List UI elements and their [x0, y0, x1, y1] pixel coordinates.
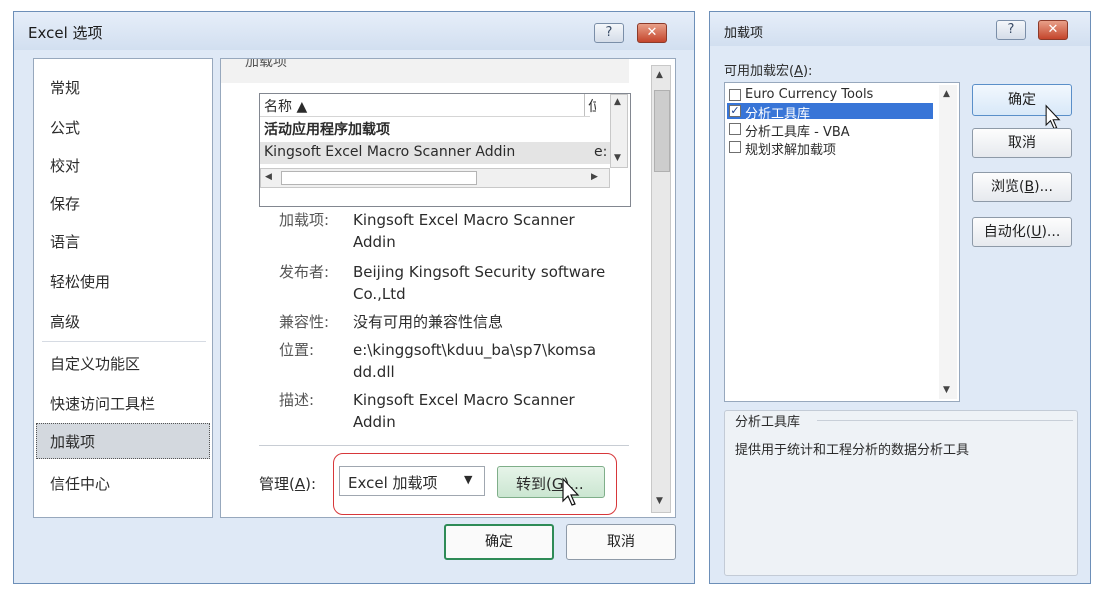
- group-label-active-addins: 活动应用程序加载项: [264, 122, 390, 138]
- options-nav-panel: 常规 公式 校对 保存 语言 轻松使用 高级 自定义功能区 快速访问工具栏 加载…: [33, 58, 213, 518]
- table-header: 名称 ▲ 位: [260, 94, 596, 117]
- options-ok-label: 确定: [485, 534, 513, 550]
- addins-table: 名称 ▲ 位 活动应用程序加载项 Kingsoft Excel Macro Sc…: [259, 93, 631, 207]
- nav-item-quick-access-toolbar[interactable]: 快速访问工具栏: [50, 393, 155, 414]
- column-header-location[interactable]: 位: [588, 96, 596, 116]
- item-label-analysis-toolpak: 分析工具库: [745, 107, 811, 122]
- detail-value-description: Kingsoft Excel Macro Scanner Addin: [353, 391, 575, 431]
- nav-item-proofing[interactable]: 校对: [50, 155, 80, 176]
- nav-item-trust-center[interactable]: 信任中心: [50, 473, 110, 494]
- options-title: Excel 选项: [28, 24, 103, 42]
- checkbox-solver[interactable]: [729, 141, 741, 153]
- chevron-down-icon: ▼: [464, 473, 473, 486]
- nav-divider: [42, 341, 206, 342]
- options-titlebar: Excel 选项 ? ✕: [14, 12, 694, 50]
- row-addin-name: Kingsoft Excel Macro Scanner Addin: [264, 144, 516, 160]
- nav-item-general[interactable]: 常规: [50, 77, 80, 98]
- table-hscrollbar[interactable]: ◀ ▶: [260, 168, 610, 188]
- addins-cancel-label: 取消: [1008, 135, 1036, 151]
- addins-ok-label: 确定: [1008, 92, 1036, 108]
- list-item[interactable]: Euro Currency Tools: [727, 87, 933, 103]
- list-scroll-up-icon[interactable]: ▲: [943, 89, 950, 99]
- detail-label-addin: 加载项:: [279, 211, 330, 229]
- section-header: 加载项: [245, 59, 287, 70]
- options-cancel-label: 取消: [607, 534, 635, 550]
- description-group: 分析工具库 提供用于统计和工程分析的数据分析工具: [724, 410, 1078, 576]
- detail-value-compatibility: 没有可用的兼容性信息: [353, 313, 504, 331]
- nav-item-addins[interactable]: 加载项: [50, 431, 95, 452]
- detail-label-description: 描述:: [279, 391, 315, 409]
- manage-select[interactable]: Excel 加载项 ▼: [339, 466, 485, 496]
- list-item[interactable]: 分析工具库 - VBA: [727, 121, 933, 140]
- automation-button[interactable]: 自动化(U)...: [972, 217, 1072, 247]
- detail-label-compatibility: 兼容性:: [279, 313, 330, 331]
- addins-cancel-button[interactable]: 取消: [972, 128, 1072, 158]
- group-title-divider: [817, 420, 1073, 421]
- checkbox-analysis-toolpak-vba[interactable]: [729, 123, 741, 135]
- detail-value-location: e:\kinggsoft\kduu_ba\sp7\komsadd.dll: [353, 341, 597, 381]
- list-vscrollbar[interactable]: ▲ ▼: [939, 85, 957, 399]
- column-header-name[interactable]: 名称 ▲: [264, 96, 307, 116]
- content-divider: [259, 445, 629, 446]
- options-ok-button[interactable]: 确定: [444, 524, 554, 560]
- section-header-bar: 加载项: [221, 59, 629, 83]
- column-divider: [584, 94, 585, 116]
- help-icon[interactable]: ?: [594, 23, 624, 43]
- addins-help-icon[interactable]: ?: [996, 20, 1026, 40]
- item-label-solver: 规划求解加载项: [745, 143, 837, 158]
- content-scroll-up-icon[interactable]: ▲: [656, 70, 663, 80]
- scroll-left-icon[interactable]: ◀: [265, 172, 272, 182]
- list-scroll-down-icon[interactable]: ▼: [943, 385, 950, 395]
- nav-item-formulas[interactable]: 公式: [50, 117, 80, 138]
- addins-titlebar: 加载项 ? ✕: [710, 12, 1090, 46]
- scroll-right-icon[interactable]: ▶: [591, 172, 598, 182]
- addins-dialog: 加载项 ? ✕ 可用加载宏(A): Euro Currency Tools ✓ …: [709, 11, 1091, 584]
- options-cancel-button[interactable]: 取消: [566, 524, 676, 560]
- content-scroll-thumb[interactable]: [654, 90, 670, 172]
- browse-button[interactable]: 浏览(B)...: [972, 172, 1072, 202]
- table-vscrollbar[interactable]: ▲ ▼: [610, 94, 628, 168]
- mouse-cursor-icon: [562, 477, 580, 506]
- addin-description: 提供用于统计和工程分析的数据分析工具: [735, 443, 970, 458]
- scroll-up-icon[interactable]: ▲: [614, 97, 621, 107]
- manage-select-value: Excel 加载项: [348, 474, 438, 492]
- addins-list: Euro Currency Tools ✓ 分析工具库 分析工具库 - VBA …: [724, 82, 960, 402]
- detail-label-location: 位置:: [279, 341, 315, 359]
- checkbox-euro-currency[interactable]: [729, 89, 741, 101]
- row-addin-location: e:: [594, 144, 608, 160]
- nav-item-customize-ribbon[interactable]: 自定义功能区: [50, 353, 140, 374]
- item-label-euro-currency: Euro Currency Tools: [745, 87, 874, 102]
- detail-value-publisher: Beijing Kingsoft Security software Co.,L…: [353, 263, 606, 303]
- content-scroll-down-icon[interactable]: ▼: [656, 496, 663, 506]
- addins-close-icon[interactable]: ✕: [1038, 20, 1068, 40]
- item-label-analysis-toolpak-vba: 分析工具库 - VBA: [745, 125, 850, 140]
- manage-label: 管理(A):: [259, 475, 317, 493]
- detail-value-addin: Kingsoft Excel Macro Scanner Addin: [353, 211, 575, 251]
- list-item[interactable]: 规划求解加载项: [727, 139, 933, 158]
- goto-button[interactable]: 转到(G)...: [497, 466, 605, 498]
- scroll-down-icon[interactable]: ▼: [614, 153, 621, 163]
- options-content-panel: 加载项 名称 ▲ 位 活动应用程序加载项 Kingsoft Excel Macr…: [220, 58, 676, 518]
- checkbox-analysis-toolpak[interactable]: ✓: [729, 105, 741, 117]
- hscroll-thumb[interactable]: [281, 171, 477, 185]
- available-addins-label: 可用加载宏(A):: [724, 64, 813, 79]
- nav-item-accessibility[interactable]: 轻松使用: [50, 271, 110, 292]
- detail-label-publisher: 发布者:: [279, 263, 330, 281]
- addins-title: 加载项: [724, 26, 764, 41]
- nav-item-language[interactable]: 语言: [50, 231, 80, 252]
- close-icon[interactable]: ✕: [637, 23, 667, 43]
- nav-item-save[interactable]: 保存: [50, 193, 80, 214]
- table-row-selected[interactable]: Kingsoft Excel Macro Scanner Addin e:: [260, 142, 610, 164]
- list-item-selected[interactable]: ✓ 分析工具库: [727, 103, 933, 122]
- excel-options-dialog: Excel 选项 ? ✕ 常规 公式 校对 保存 语言 轻松使用 高级 自定义功…: [13, 11, 695, 584]
- description-group-title: 分析工具库: [735, 411, 801, 430]
- nav-item-advanced[interactable]: 高级: [50, 311, 80, 332]
- content-vscrollbar[interactable]: ▲ ▼: [651, 65, 671, 513]
